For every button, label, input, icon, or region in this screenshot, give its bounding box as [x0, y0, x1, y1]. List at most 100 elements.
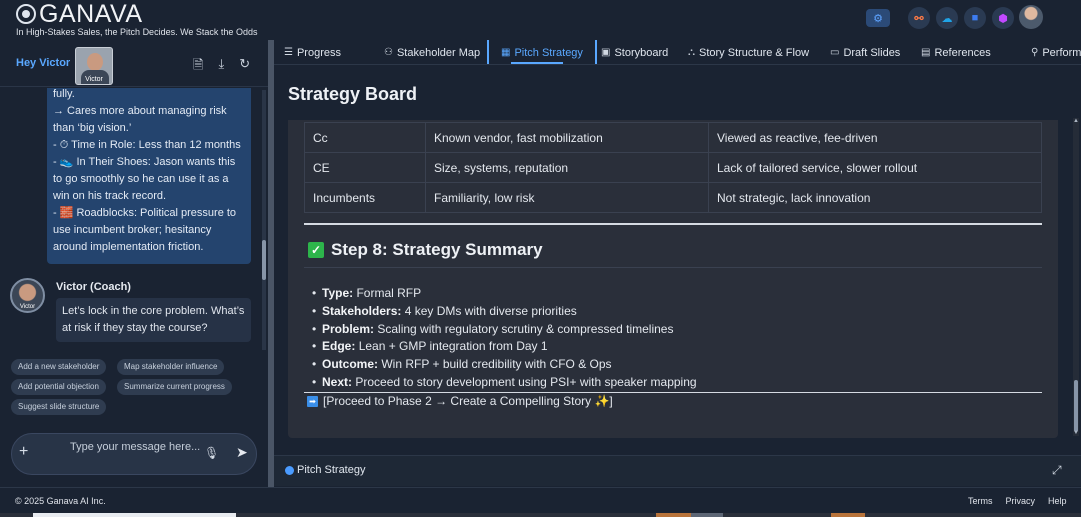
terms-link[interactable]: Terms: [968, 496, 993, 506]
ganava-logo-icon: [16, 4, 36, 24]
chip-slide-structure[interactable]: Suggest slide structure: [11, 399, 107, 415]
export-doc-icon[interactable]: 🗎: [193, 56, 203, 78]
send-icon[interactable]: ➤: [236, 444, 248, 461]
monitor-icon: ▭: [830, 46, 840, 58]
tab-performa[interactable]: ⚲Performa: [1031, 40, 1081, 64]
tab-progress[interactable]: ☰ Progress: [284, 40, 341, 64]
coach-name: Victor (Coach): [56, 281, 131, 293]
message-line: - 🧱 Roadblocks: Political pressure to us…: [53, 207, 237, 253]
list-item: Type: Formal RFP: [312, 285, 697, 303]
coach-bubble: Let’s lock in the core problem. What’s a…: [56, 298, 251, 342]
proceed-link[interactable]: ➡ [Proceed to Phase 2 → Create a Compell…: [307, 394, 613, 408]
gem-icon[interactable]: ⬢: [992, 7, 1014, 29]
scroll-down-icon[interactable]: ▼: [1073, 430, 1079, 436]
divider: [304, 392, 1042, 393]
tab-story-structure[interactable]: ⛬ Story Structure & Flow: [688, 40, 809, 64]
message-input[interactable]: [70, 441, 200, 453]
message-line: fully.: [53, 88, 75, 100]
gear-icon[interactable]: ⚙: [866, 9, 890, 27]
chat-panel: Hey Victor Victor 🗎 ⤓ ↻ fully. → Cares m…: [0, 40, 268, 487]
status-dot-icon: [285, 466, 294, 475]
proceed-text: [Proceed to Phase 2 → Create a Compellin…: [323, 394, 613, 408]
table-cell: Known vendor, fast mobilization: [425, 122, 709, 153]
copyright: © 2025 Ganava AI Inc.: [15, 496, 106, 506]
tab-storyboard[interactable]: ▣ Storyboard: [601, 40, 668, 64]
tab-pitch-strategy[interactable]: ▦ Pitch Strategy: [487, 40, 597, 64]
divider: [304, 223, 1042, 225]
table-cell: Lack of tailored service, slower rollout: [708, 152, 1042, 183]
attach-plus-icon[interactable]: +: [19, 443, 28, 461]
step-heading: ✓ Step 8: Strategy Summary: [308, 240, 543, 260]
tree-icon: ⛬: [688, 46, 695, 58]
panel-resizer[interactable]: [268, 40, 274, 487]
hubspot-icon[interactable]: ⚯: [908, 7, 930, 29]
message-line: → Cares more about managing risk than ‘b…: [53, 105, 227, 134]
status-bar: Pitch Strategy ⤢: [274, 455, 1081, 486]
scroll-up-icon[interactable]: ▲: [1073, 118, 1079, 124]
integration-icons: ⚙ ⚯ ☁ ■ ⬢: [866, 7, 1014, 29]
person-icon: ⚲: [1031, 46, 1039, 58]
footer-links: Terms Privacy Help: [968, 496, 1067, 506]
table-row: Cc Known vendor, fast mobilization Viewe…: [304, 122, 1042, 153]
message-line: - 👟 In Their Shoes: Jason wants this to …: [53, 156, 236, 202]
list-item: Stakeholders: 4 key DMs with diverse pri…: [312, 303, 697, 321]
microphone-icon[interactable]: 🎙: [204, 446, 219, 460]
table-cell: Not strategic, lack innovation: [708, 182, 1042, 213]
salesforce-icon[interactable]: ☁: [936, 7, 958, 29]
tab-stakeholder-map[interactable]: ⚇ Stakeholder Map: [384, 40, 480, 64]
app-icon[interactable]: ■: [964, 7, 986, 29]
scrollbar-thumb[interactable]: [1074, 380, 1078, 432]
board-scrollbar[interactable]: ▲ ▼: [1073, 118, 1079, 436]
chip-map-influence[interactable]: Map stakeholder influence: [117, 359, 225, 375]
scrollbar-thumb[interactable]: [262, 240, 266, 280]
divider: [304, 267, 1042, 268]
chip-add-stakeholder[interactable]: Add a new stakeholder: [11, 359, 107, 375]
arrow-right-icon: ➡: [307, 395, 318, 407]
chip-summarize[interactable]: Summarize current progress: [117, 379, 232, 395]
competitor-table: Cc Known vendor, fast mobilization Viewe…: [304, 122, 1042, 213]
table-cell: Size, systems, reputation: [425, 152, 709, 183]
coach-avatar: Victor: [10, 278, 45, 313]
help-link[interactable]: Help: [1048, 496, 1067, 506]
list-item: Outcome: Win RFP + build credibility wit…: [312, 356, 697, 374]
chat-scrollbar[interactable]: [262, 90, 266, 350]
taskbar-strip: [0, 513, 1081, 517]
top-bar: GANAVA In High-Stakes Sales, the Pitch D…: [0, 0, 1081, 40]
chat-header-icons: 🗎 ⤓ ↻: [193, 56, 250, 78]
checkmark-icon: ✓: [308, 242, 324, 258]
board-icon: ▦: [501, 46, 511, 58]
chip-add-objection[interactable]: Add potential objection: [11, 379, 106, 395]
table-row: CE Size, systems, reputation Lack of tai…: [304, 152, 1042, 183]
list-item: Edge: Lean + GMP integration from Day 1: [312, 338, 697, 356]
list-item: Next: Proceed to story development using…: [312, 374, 697, 392]
table-cell: Incumbents: [304, 182, 426, 213]
board-header: Strategy Board: [288, 74, 1058, 120]
avatar-label: Victor: [85, 76, 103, 83]
tab-draft-slides[interactable]: ▭ Draft Slides: [830, 40, 900, 64]
table-row: Incumbents Familiarity, low risk Not str…: [304, 182, 1042, 213]
refresh-icon[interactable]: ↻: [239, 56, 250, 78]
expand-icon[interactable]: ⤢: [1052, 463, 1062, 478]
table-cell: Viewed as reactive, fee-driven: [708, 122, 1042, 153]
step-title: Step 8: Strategy Summary: [331, 240, 543, 259]
clipboard-icon: ▤: [921, 46, 931, 58]
note-icon: ▣: [601, 46, 611, 58]
table-cell: CE: [304, 152, 426, 183]
download-icon[interactable]: ⤓: [218, 56, 224, 78]
brand-tagline: In High-Stakes Sales, the Pitch Decides.…: [16, 27, 258, 37]
chat-messages[interactable]: fully. → Cares more about managing risk …: [0, 88, 268, 353]
privacy-link[interactable]: Privacy: [1006, 496, 1036, 506]
table-cell: Cc: [304, 122, 426, 153]
strategy-board-panel[interactable]: Strategy Board Cc Known vendor, fast mob…: [288, 74, 1058, 438]
status-label: Pitch Strategy: [297, 464, 366, 476]
list-item: Problem: Scaling with regulatory scrutin…: [312, 321, 697, 339]
org-icon: ⚇: [384, 46, 393, 58]
brand[interactable]: GANAVA In High-Stakes Sales, the Pitch D…: [16, 2, 257, 37]
message-line: - ⏱ Time in Role: Less than 12 months: [53, 139, 241, 151]
user-message: fully. → Cares more about managing risk …: [47, 88, 251, 264]
coach-avatar-thumb[interactable]: Victor: [75, 47, 113, 85]
list-icon: ☰: [284, 46, 293, 58]
user-avatar[interactable]: [1019, 5, 1043, 29]
tab-references[interactable]: ▤ References: [921, 40, 991, 64]
page-title: Strategy Board: [288, 84, 418, 104]
